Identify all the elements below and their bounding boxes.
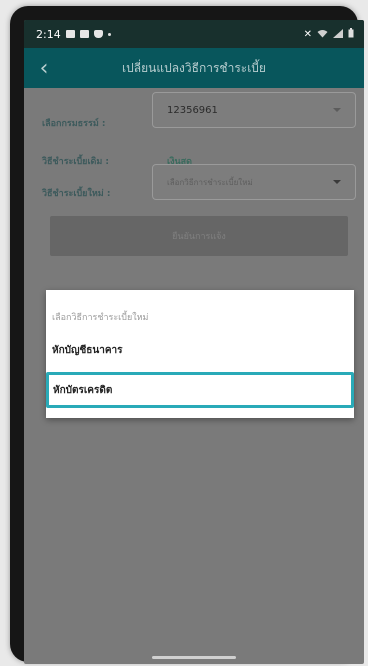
back-button[interactable]: ‹ — [24, 48, 64, 88]
chevron-left-icon: ‹ — [39, 55, 49, 81]
current-method-label: วิธีชำระเบี้ยเดิม : — [42, 157, 110, 167]
signal-icon — [333, 28, 343, 41]
policy-select-value: 12356961 — [167, 104, 218, 116]
status-bar: 2:14 ✕ — [24, 20, 364, 48]
home-gesture-bar[interactable] — [152, 656, 236, 659]
gallery-icon — [65, 30, 75, 38]
battery-icon — [348, 27, 354, 41]
policy-select[interactable]: 12356961 — [152, 92, 356, 128]
chevron-down-icon — [333, 180, 341, 184]
submit-button[interactable]: ยืนยันการแจ้ง — [50, 216, 348, 256]
new-method-label: วิธีชำระเบี้ยใหม่ : — [42, 189, 111, 199]
new-method-select[interactable]: เลือกวิธีการชำระเบี้ยใหม่ — [152, 164, 356, 200]
phone-screen: 2:14 ✕ ‹ เปลี่ยนแปลงวิธีการชำระเบี้ย เลื… — [24, 20, 364, 664]
option-credit-card[interactable]: หักบัตรเครดิต — [46, 372, 354, 408]
new-method-placeholder: เลือกวิธีการชำระเบี้ยใหม่ — [167, 177, 253, 187]
wifi-icon — [317, 28, 328, 41]
app-bar: ‹ เปลี่ยนแปลงวิธีการชำระเบี้ย — [24, 48, 364, 88]
payment-method-dialog: เลือกวิธีการชำระเบี้ยใหม่ หักบัญชีธนาคาร… — [46, 290, 354, 418]
device-frame: 2:14 ✕ ‹ เปลี่ยนแปลงวิธีการชำระเบี้ย เลื… — [10, 6, 364, 664]
chevron-down-icon — [333, 108, 341, 112]
option-bank-account[interactable]: หักบัญชีธนาคาร — [46, 332, 354, 368]
more-notifications-icon — [107, 32, 111, 36]
policy-label: เลือกกรมธรรม์ : — [42, 119, 106, 129]
page-title: เปลี่ยนแปลงวิธีการชำระเบี้ย — [122, 60, 266, 75]
shield-icon — [93, 30, 103, 38]
message-icon — [79, 30, 89, 38]
dialog-title: เลือกวิธีการชำระเบี้ยใหม่ — [52, 313, 149, 323]
mute-icon: ✕ — [303, 28, 312, 40]
status-time: 2:14 — [36, 27, 61, 41]
